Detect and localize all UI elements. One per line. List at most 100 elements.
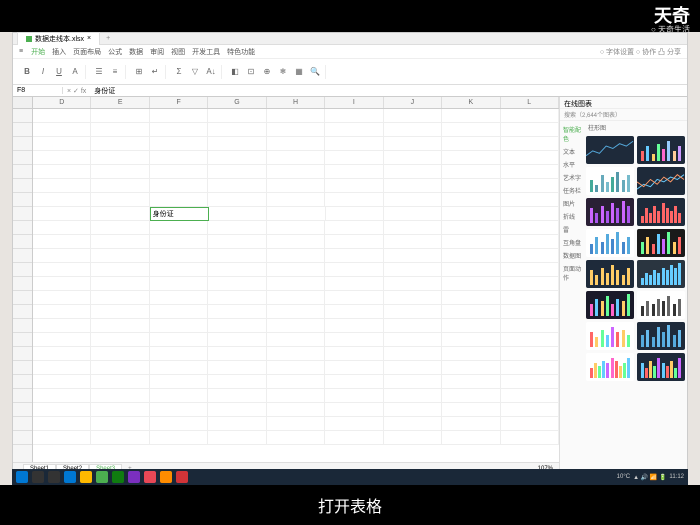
cell-L20[interactable] — [501, 375, 559, 389]
cell-F11[interactable] — [150, 249, 208, 263]
cell-K1[interactable] — [442, 109, 500, 123]
cell-G14[interactable] — [208, 291, 266, 305]
row-header-3[interactable] — [13, 137, 32, 151]
cell-F7[interactable] — [150, 193, 208, 207]
chart-thumb-10[interactable] — [586, 291, 634, 319]
cell-D21[interactable] — [33, 389, 91, 403]
cell-E8[interactable] — [91, 207, 149, 221]
row-header-5[interactable] — [13, 165, 32, 179]
cell-L8[interactable] — [501, 207, 559, 221]
cell-K15[interactable] — [442, 305, 500, 319]
cell-G6[interactable] — [208, 179, 266, 193]
cell-J1[interactable] — [384, 109, 442, 123]
select-all-corner[interactable] — [13, 97, 33, 108]
cell-L12[interactable] — [501, 263, 559, 277]
cell-G17[interactable] — [208, 333, 266, 347]
chart-thumb-2[interactable] — [586, 167, 634, 195]
cell-K18[interactable] — [442, 347, 500, 361]
cell-F12[interactable] — [150, 263, 208, 277]
cell-D3[interactable] — [33, 137, 91, 151]
row-header-6[interactable] — [13, 179, 32, 193]
app-icon-3[interactable] — [160, 471, 172, 483]
cell-K7[interactable] — [442, 193, 500, 207]
cell-F22[interactable] — [150, 403, 208, 417]
row-header-24[interactable] — [13, 431, 32, 445]
cell-L7[interactable] — [501, 193, 559, 207]
find-button[interactable]: 🔍 — [308, 65, 322, 79]
cell-I2[interactable] — [325, 123, 383, 137]
cell-E3[interactable] — [91, 137, 149, 151]
cell-D4[interactable] — [33, 151, 91, 165]
cell-L4[interactable] — [501, 151, 559, 165]
cell-E18[interactable] — [91, 347, 149, 361]
chart-thumb-6[interactable] — [586, 229, 634, 257]
chart-thumb-15[interactable] — [637, 353, 685, 381]
cell-J17[interactable] — [384, 333, 442, 347]
cell-H23[interactable] — [267, 417, 325, 431]
chart-thumb-14[interactable] — [586, 353, 634, 381]
cell-D24[interactable] — [33, 431, 91, 445]
category-3[interactable]: 艺术字 — [562, 171, 582, 184]
app-icon-2[interactable] — [144, 471, 156, 483]
cell-I8[interactable] — [326, 207, 384, 221]
cell-I7[interactable] — [325, 193, 383, 207]
cell-D16[interactable] — [33, 319, 91, 333]
cell-L1[interactable] — [501, 109, 559, 123]
menu-file[interactable]: ≡ — [19, 48, 23, 55]
cell-D19[interactable] — [33, 361, 91, 375]
category-5[interactable]: 图片 — [562, 197, 582, 210]
cell-I4[interactable] — [325, 151, 383, 165]
app-icon-1[interactable] — [128, 471, 140, 483]
cells-area[interactable]: 身份证 — [33, 109, 559, 462]
cell-F10[interactable] — [150, 235, 208, 249]
row-header-22[interactable] — [13, 403, 32, 417]
cell-H2[interactable] — [267, 123, 325, 137]
category-4[interactable]: 任务栏 — [562, 184, 582, 197]
format-button[interactable]: ⊡ — [244, 65, 258, 79]
cell-K5[interactable] — [442, 165, 500, 179]
cell-E19[interactable] — [91, 361, 149, 375]
cell-G16[interactable] — [208, 319, 266, 333]
cell-J6[interactable] — [384, 179, 442, 193]
search-icon[interactable] — [32, 471, 44, 483]
table-button[interactable]: ▦ — [292, 65, 306, 79]
cell-G18[interactable] — [208, 347, 266, 361]
cell-I14[interactable] — [325, 291, 383, 305]
cell-H3[interactable] — [267, 137, 325, 151]
cell-I19[interactable] — [325, 361, 383, 375]
new-tab-button[interactable]: + — [100, 35, 116, 42]
menu-插入[interactable]: 插入 — [52, 49, 66, 56]
freeze-button[interactable]: ❄ — [276, 65, 290, 79]
cell-H19[interactable] — [267, 361, 325, 375]
col-header-D[interactable]: D — [33, 97, 91, 108]
cell-F1[interactable] — [150, 109, 208, 123]
row-header-20[interactable] — [13, 375, 32, 389]
menu-开发工具[interactable]: 开发工具 — [192, 49, 220, 56]
sum-button[interactable]: Σ — [172, 65, 186, 79]
row-header-1[interactable] — [13, 109, 32, 123]
fx-icon[interactable]: × ✓ fx — [63, 87, 90, 95]
cell-L23[interactable] — [501, 417, 559, 431]
cell-L18[interactable] — [501, 347, 559, 361]
cell-G11[interactable] — [208, 249, 266, 263]
cell-E15[interactable] — [91, 305, 149, 319]
chart-thumb-3[interactable] — [637, 167, 685, 195]
menu-视图[interactable]: 视图 — [171, 49, 185, 56]
row-header-9[interactable] — [13, 221, 32, 235]
formula-input[interactable]: 身份证 — [90, 86, 687, 96]
menu-开始[interactable]: 开始 — [31, 49, 45, 56]
cell-E20[interactable] — [91, 375, 149, 389]
category-7[interactable]: 雷 — [562, 223, 582, 236]
cell-D8[interactable] — [33, 207, 91, 221]
category-2[interactable]: 水平 — [562, 158, 582, 171]
cell-G21[interactable] — [208, 389, 266, 403]
cell-J14[interactable] — [384, 291, 442, 305]
merge-button[interactable]: ⊞ — [132, 65, 146, 79]
edge-icon[interactable] — [64, 471, 76, 483]
italic-button[interactable]: I — [36, 65, 50, 79]
cell-J8[interactable] — [384, 207, 442, 221]
cell-F3[interactable] — [150, 137, 208, 151]
row-header-7[interactable] — [13, 193, 32, 207]
cell-F2[interactable] — [150, 123, 208, 137]
cell-G3[interactable] — [208, 137, 266, 151]
